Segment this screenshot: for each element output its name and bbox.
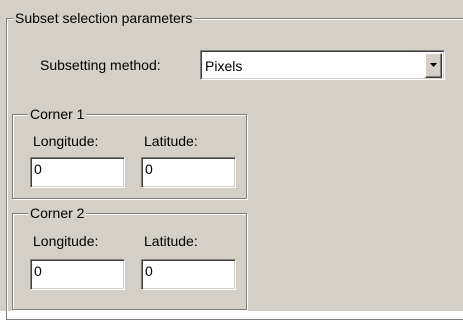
subset-panel: Subset selection parameters Subsetting m… — [0, 0, 463, 320]
subset-selection-title: Subset selection parameters — [13, 10, 195, 26]
subsetting-method-select[interactable]: Pixels — [200, 50, 445, 80]
corner-2-longitude-label: Longitude: — [33, 233, 99, 249]
corner-2-title: Corner 2 — [28, 205, 87, 221]
corner-1-latitude-input[interactable]: 0 — [141, 157, 236, 188]
corner-1-longitude-input[interactable]: 0 — [30, 157, 125, 188]
corner-1-title: Corner 1 — [28, 106, 87, 122]
corner-1-latitude-label: Latitude: — [144, 133, 198, 149]
corner-2-latitude-input[interactable]: 0 — [141, 259, 236, 290]
corner-1-longitude-label: Longitude: — [33, 133, 99, 149]
subsetting-method-value: Pixels — [205, 58, 243, 74]
corner-2-longitude-input[interactable]: 0 — [30, 259, 125, 290]
corner-2-latitude-label: Latitude: — [144, 233, 198, 249]
subsetting-method-label: Subsetting method: — [40, 57, 161, 73]
chevron-down-icon — [430, 63, 437, 67]
subsetting-method-dropdown-button[interactable] — [425, 53, 442, 78]
